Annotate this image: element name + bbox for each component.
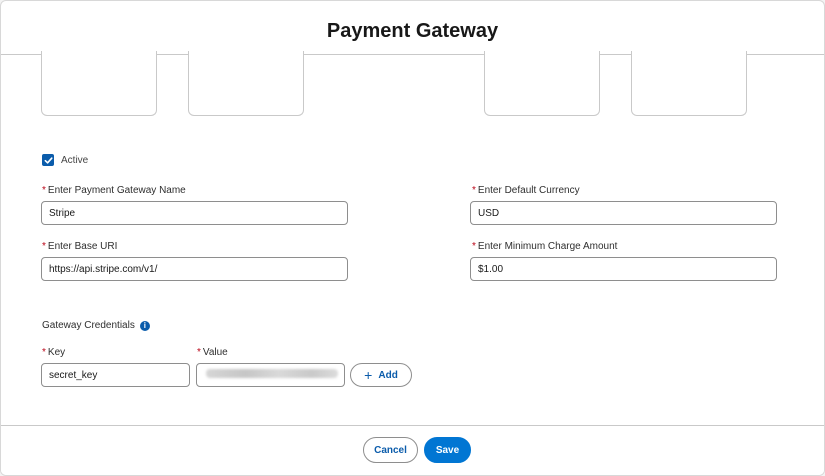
redacted-value (206, 369, 338, 378)
modal-footer: Cancel Save (1, 425, 824, 475)
save-button[interactable]: Save (424, 437, 471, 463)
active-label: Active (61, 154, 89, 166)
active-toggle-row[interactable]: Active (42, 154, 88, 166)
gateway-credentials-heading: Gateway Credentials i (42, 320, 150, 331)
value-label: * Value (197, 347, 228, 358)
add-credential-button[interactable]: + Add (350, 363, 412, 387)
gateway-logo-tile[interactable] (484, 51, 600, 116)
checkmark-icon (44, 156, 53, 164)
required-marker: * (472, 185, 476, 196)
active-checkbox[interactable] (42, 154, 54, 166)
value-label-text: Value (202, 347, 228, 358)
modal-header: Payment Gateway (1, 1, 824, 55)
required-marker: * (42, 185, 46, 196)
key-label-text: Key (47, 347, 66, 358)
gateway-logo-tile[interactable] (41, 51, 157, 116)
modal-title: Payment Gateway (326, 20, 499, 42)
credential-key-input[interactable] (41, 363, 190, 387)
default-currency-label: * Enter Default Currency (472, 185, 580, 196)
required-marker: * (197, 347, 201, 358)
key-label: * Key (42, 347, 65, 358)
cancel-button[interactable]: Cancel (363, 437, 418, 463)
min-charge-input[interactable] (470, 257, 777, 281)
base-uri-label-text: Enter Base URI (47, 241, 118, 252)
default-currency-label-text: Enter Default Currency (477, 185, 580, 196)
min-charge-label-text: Enter Minimum Charge Amount (477, 241, 618, 252)
gateway-credentials-label: Gateway Credentials (42, 320, 135, 331)
required-marker: * (472, 241, 476, 252)
payment-gateway-modal: Payment Gateway Active * Enter Payment Ga… (0, 0, 825, 476)
gateway-name-label-text: Enter Payment Gateway Name (47, 185, 186, 196)
add-label: Add (378, 369, 398, 381)
base-uri-label: * Enter Base URI (42, 241, 117, 252)
plus-icon: + (364, 367, 373, 383)
min-charge-label: * Enter Minimum Charge Amount (472, 241, 617, 252)
required-marker: * (42, 347, 46, 358)
info-icon[interactable]: i (139, 320, 150, 331)
default-currency-input[interactable] (470, 201, 777, 225)
gateway-name-label: * Enter Payment Gateway Name (42, 185, 186, 196)
required-marker: * (42, 241, 46, 252)
gateway-logo-tile[interactable] (631, 51, 747, 116)
gateway-logo-tile[interactable] (188, 51, 304, 116)
gateway-name-input[interactable] (41, 201, 348, 225)
base-uri-input[interactable] (41, 257, 348, 281)
